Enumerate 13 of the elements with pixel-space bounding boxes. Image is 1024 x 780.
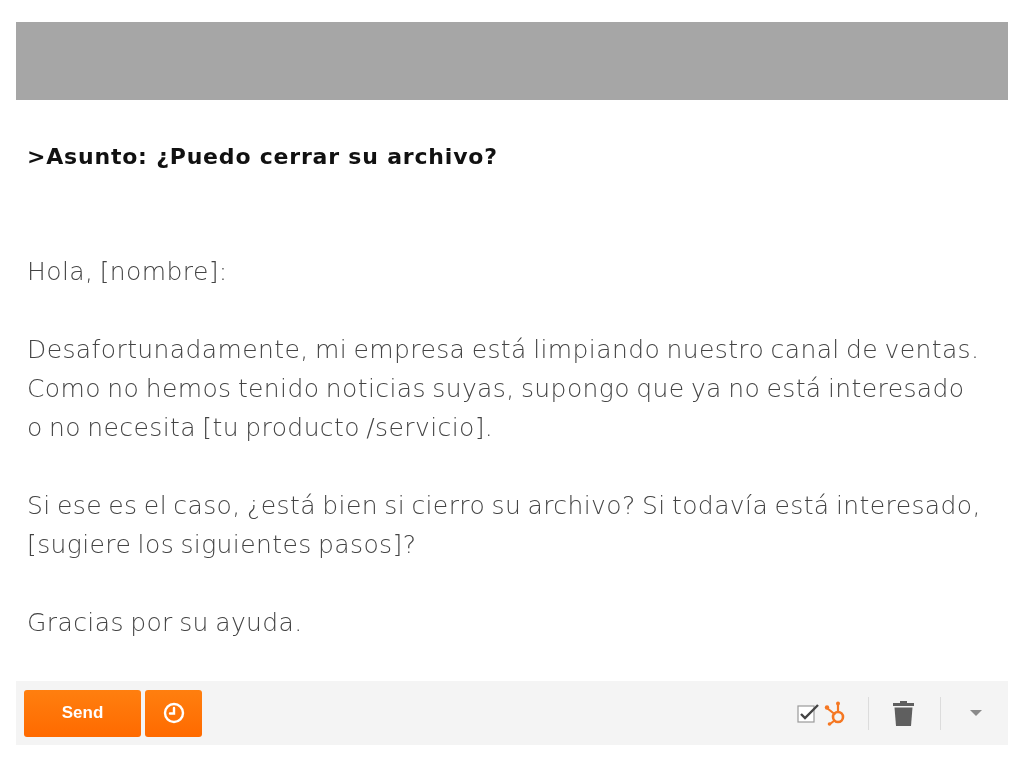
- clock-icon: [162, 702, 185, 724]
- email-subject: >Asunto: ¿Puedo cerrar su archivo?: [27, 143, 498, 171]
- body-paragraph: Desafortunadamente, mi empresa está limpiando nuestro canal de ventas. Como no hemos tenido noticias suyas, supongo que ya no está interesado o no necesita [tu producto /servicio].: [27, 334, 981, 444]
- tracking-checkbox[interactable]: [797, 703, 819, 723]
- body-paragraph: Gracias por su ayuda.: [27, 607, 304, 639]
- caret-icon: [970, 710, 982, 716]
- body-paragraph: Si ese es el caso, ¿está bien si cierro su archivo? Si todavía está interesado, [sugiere los siguientes pasos]?: [27, 490, 982, 561]
- send-button[interactable]: Send: [24, 689, 141, 737]
- schedule-button[interactable]: [145, 689, 202, 737]
- trash-icon: [893, 700, 914, 726]
- more-options-button[interactable]: [970, 710, 982, 716]
- body-paragraph: Hola, [nombre]:: [27, 256, 229, 288]
- delete-button[interactable]: [893, 700, 914, 726]
